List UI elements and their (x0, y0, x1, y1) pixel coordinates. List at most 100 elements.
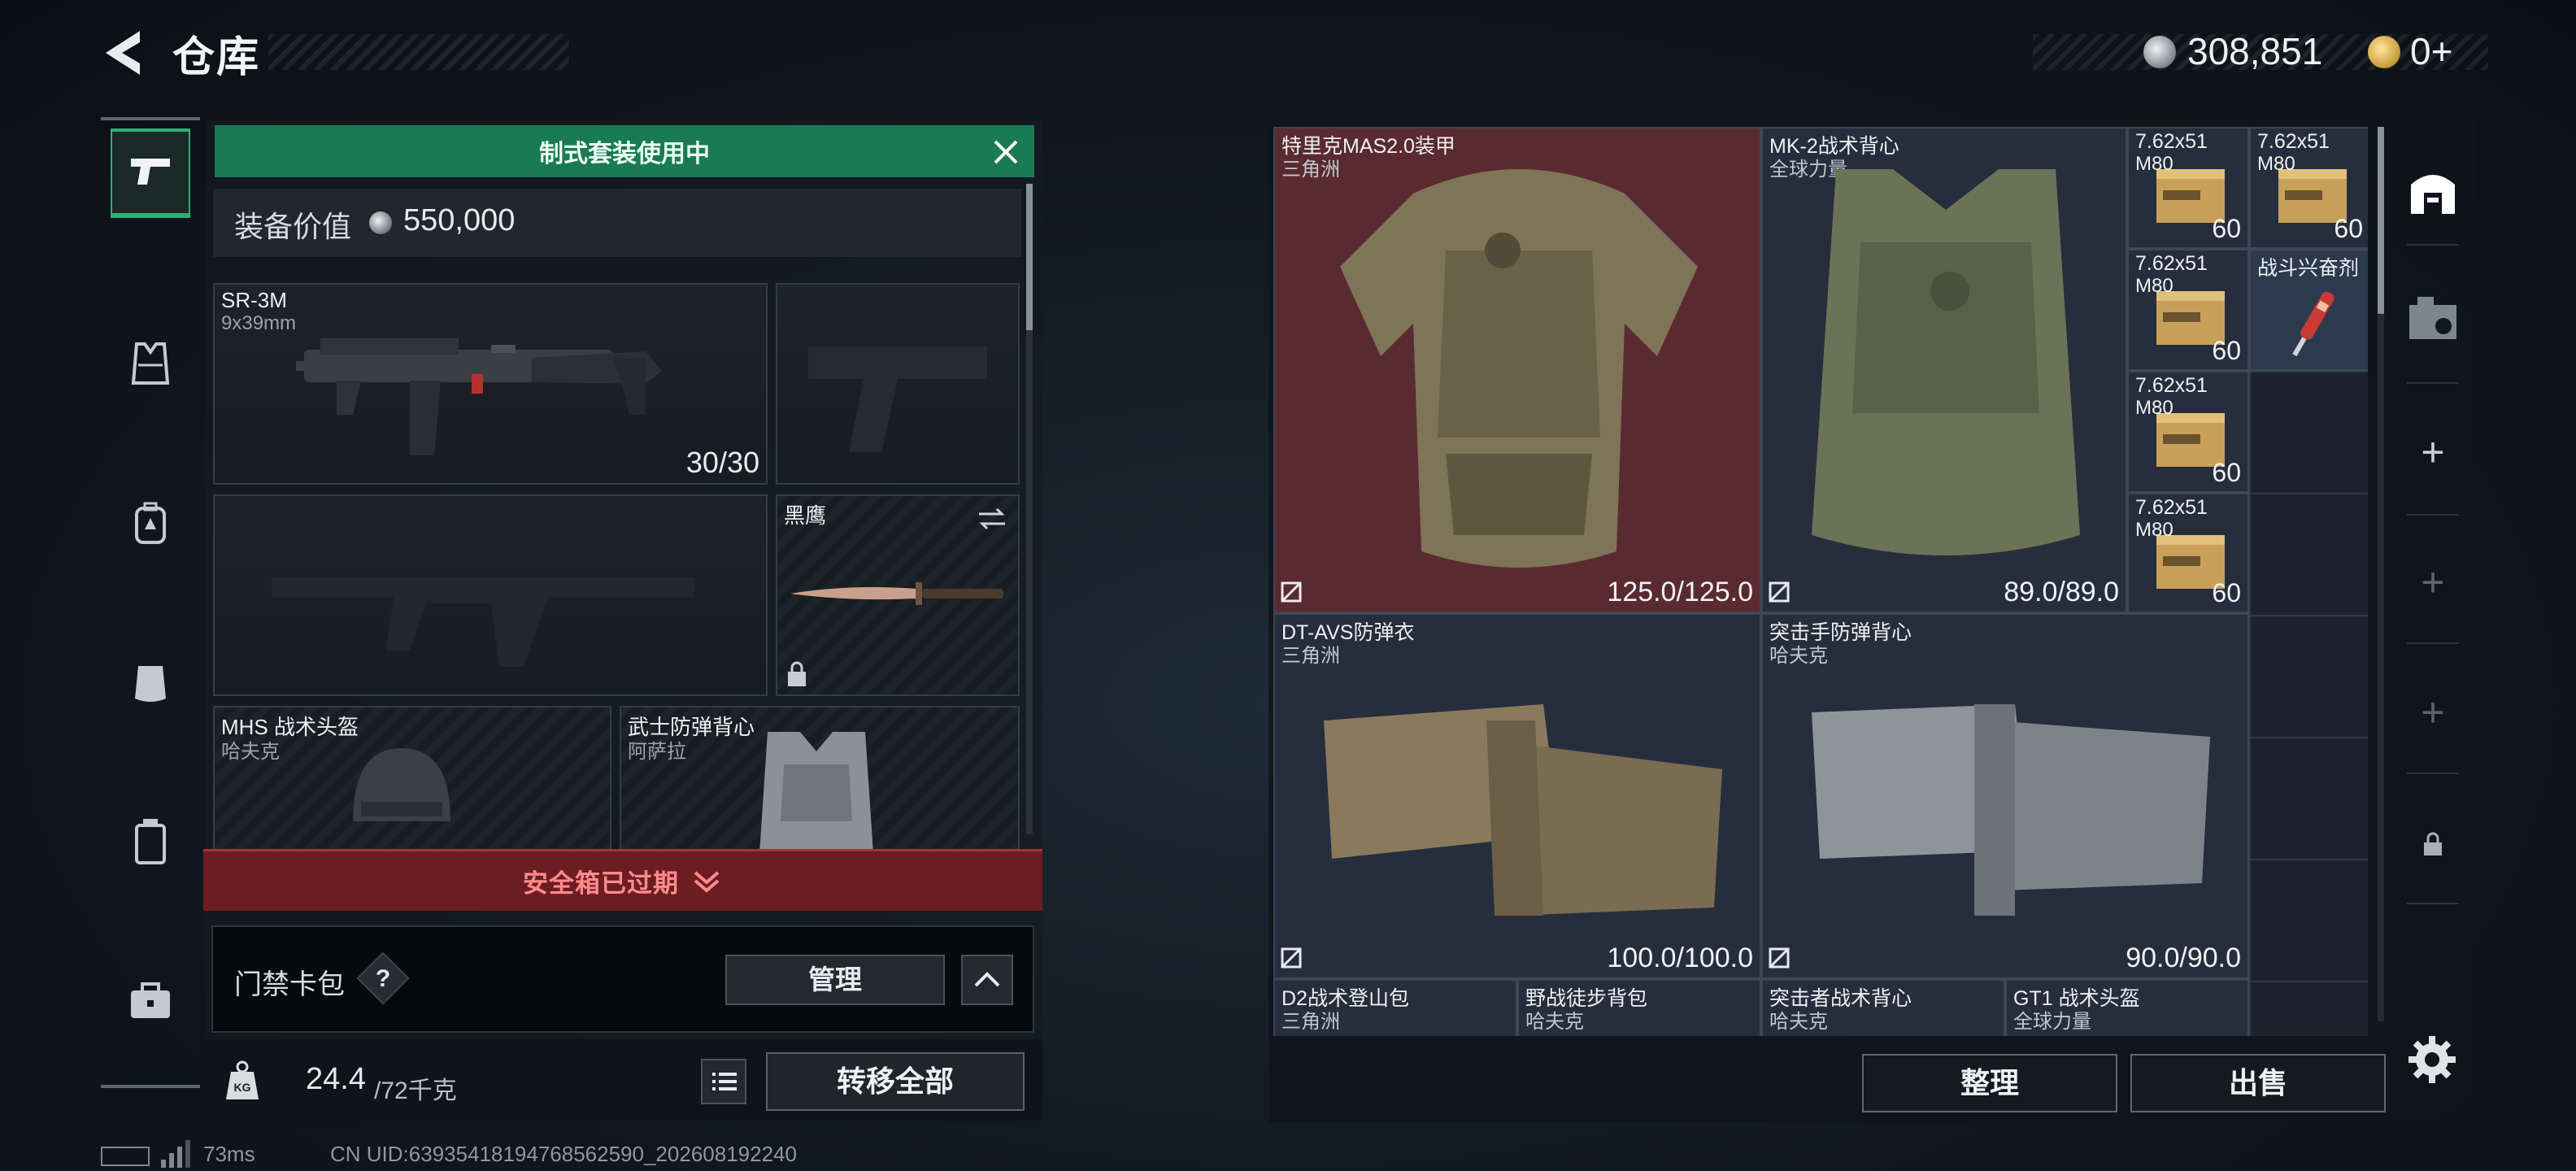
sidebar-tab-armor[interactable] (111, 319, 190, 408)
item-count: 60 (2212, 336, 2241, 365)
rifle-placeholder-icon (272, 577, 694, 667)
primary-weapon-slot[interactable]: SR-3M 9x39mm 30/30 (213, 283, 768, 485)
list-view-button[interactable] (701, 1059, 746, 1104)
add-stash-tab-button[interactable]: + (2394, 413, 2472, 491)
ping-readout: 73ms (203, 1142, 255, 1166)
sort-button[interactable]: 整理 (1862, 1054, 2117, 1112)
item-brand: 全球力量 (2013, 1011, 2091, 1033)
item-count: 60 (2334, 214, 2363, 243)
sidebar-tab-backpack[interactable] (111, 478, 190, 568)
sidebar-tab-weapons[interactable] (111, 128, 190, 218)
pistol-slot[interactable] (776, 283, 1020, 485)
backpack-icon (135, 502, 166, 544)
plus-icon: + (2421, 690, 2445, 735)
item-type: M80 (2135, 397, 2174, 419)
stash-item-armor[interactable]: MK-2战术背心 全球力量 89.0/89.0 (1761, 127, 2127, 613)
stash-item-ammo[interactable]: 7.62x51 M80 60 (2127, 371, 2249, 493)
swap-icon[interactable] (976, 504, 1008, 533)
armor-image (1340, 169, 1698, 568)
page-title: 仓库 (172, 34, 261, 81)
loadout-scrollbar-thumb[interactable] (1026, 184, 1033, 330)
knife-image (790, 582, 1003, 605)
item-brand: 哈夫克 (1769, 1011, 1828, 1033)
add-stash-tab-button[interactable]: + (2394, 673, 2472, 751)
stash-item-helmet[interactable]: GT1 战术头盔 全球力量 (2005, 979, 2249, 1036)
vest-image (759, 732, 873, 851)
stash-scrollbar-thumb[interactable] (2378, 127, 2384, 314)
sidebar-divider-top (101, 117, 200, 120)
safe-box-expired-text: 安全箱已过期 (523, 869, 679, 898)
loadout-banner: 制式套装使用中 (215, 125, 1034, 177)
item-name: 7.62x51 (2135, 252, 2208, 275)
gold-balance[interactable]: 0+ (2410, 29, 2452, 73)
locked-stash-tab[interactable] (2394, 805, 2472, 883)
close-icon[interactable] (986, 132, 1026, 172)
helmet-image (353, 748, 450, 821)
stash-item-ammo[interactable]: 7.62x51 M80 60 (2127, 249, 2249, 371)
stash-item-stim[interactable]: 战斗兴奋剂 (2249, 249, 2368, 371)
item-type: M80 (2257, 153, 2295, 175)
sidebar-tab-rig[interactable] (111, 638, 190, 727)
item-brand: 三角洲 (1281, 645, 1340, 667)
item-name: 7.62x51 (2135, 374, 2208, 397)
tab-divider (2407, 642, 2459, 644)
item-durability: 100.0/100.0 (1607, 942, 1753, 973)
tab-divider (2407, 773, 2459, 774)
stash-item-ammo[interactable]: 7.62x51 M80 60 (2127, 127, 2249, 249)
stash-item-ammo[interactable]: 7.62x51 M80 60 (2127, 493, 2249, 613)
user-uid: CN UID:639354181947685625​90_20260819224… (330, 1142, 797, 1166)
stash-tab-main[interactable] (2394, 151, 2472, 229)
equipment-value-label: 装备价值 (234, 210, 352, 243)
settings-gear-icon[interactable] (2404, 1031, 2461, 1088)
stash-item-backpack[interactable]: D2战术登山包 三角洲 (1273, 979, 1517, 1036)
stash-item-armor[interactable]: 突击手防弹背心 哈夫克 90.0/90.0 (1761, 613, 2249, 979)
unlinked-icon (1769, 581, 1790, 603)
stash-item-ammo[interactable]: 7.62x51 M80 60 (2249, 127, 2368, 249)
chevron-up-icon (974, 972, 1000, 987)
collapse-button[interactable] (961, 955, 1013, 1005)
stash-item-rig[interactable]: 突击者战术背心 哈夫克 (1761, 979, 2005, 1036)
secondary-weapon-slot[interactable] (213, 494, 768, 696)
sidebar-tab-pouch[interactable] (111, 797, 190, 886)
melee-slot[interactable]: 黑鹰 (776, 494, 1020, 696)
manage-button[interactable]: 管理 (725, 955, 945, 1005)
unlinked-icon (1281, 581, 1302, 603)
silver-coin-icon (369, 211, 392, 234)
sidebar-tab-case[interactable] (111, 956, 190, 1046)
transfer-all-button[interactable]: 转移全部 (766, 1052, 1025, 1111)
slot-brand: 阿萨拉 (628, 741, 686, 763)
silver-balance: 308,851 (2187, 30, 2323, 72)
stash-tab-collection[interactable] (2394, 280, 2472, 358)
stash-item-backpack[interactable]: 野战徒步背包 哈夫克 (1517, 979, 1761, 1036)
pistol-placeholder-icon (808, 346, 987, 452)
pistol-icon (131, 159, 170, 185)
tab-divider (2407, 382, 2459, 384)
signal-icon (161, 1140, 190, 1168)
sell-button[interactable]: 出售 (2130, 1054, 2386, 1112)
battery-icon (101, 1147, 150, 1166)
briefcase-icon (131, 982, 170, 1018)
item-brand: 三角洲 (1281, 1011, 1340, 1033)
stash-item-armor[interactable]: DT-AVS防弹衣 三角洲 100.0/100.0 (1273, 613, 1761, 979)
plus-icon: + (2421, 429, 2445, 475)
stash-grid: 特里克MAS2.0装甲 三角洲 125.0/125.0 MK-2战术背心 全球力… (1273, 127, 2368, 1036)
lock-icon (2424, 832, 2442, 855)
back-arrow-icon[interactable] (98, 24, 154, 81)
slot-name: 黑鹰 (784, 503, 827, 528)
slot-caliber: 9x39mm (221, 312, 297, 334)
item-name: 战斗兴奋剂 (2257, 257, 2360, 280)
gold-coin-icon (2368, 36, 2400, 68)
stash-item-armor[interactable]: 特里克MAS2.0装甲 三角洲 125.0/125.0 (1273, 127, 1761, 613)
pouch-icon (135, 819, 166, 864)
tab-divider (2407, 244, 2459, 246)
helmet-slot[interactable]: MHS 战术头盔 哈夫克 (213, 706, 611, 852)
svg-text:KG: KG (234, 1081, 251, 1094)
plus-icon: + (2421, 559, 2445, 605)
unlinked-icon (1281, 947, 1302, 969)
safe-box-expired-bar[interactable]: 安全箱已过期 (203, 849, 1042, 911)
add-stash-tab-button[interactable]: + (2394, 543, 2472, 621)
equipment-value-amount: 550,000 (403, 203, 516, 237)
item-type: M80 (2135, 519, 2174, 541)
vest-slot[interactable]: 武士防弹背心 阿萨拉 (620, 706, 1020, 852)
list-icon (712, 1073, 737, 1090)
